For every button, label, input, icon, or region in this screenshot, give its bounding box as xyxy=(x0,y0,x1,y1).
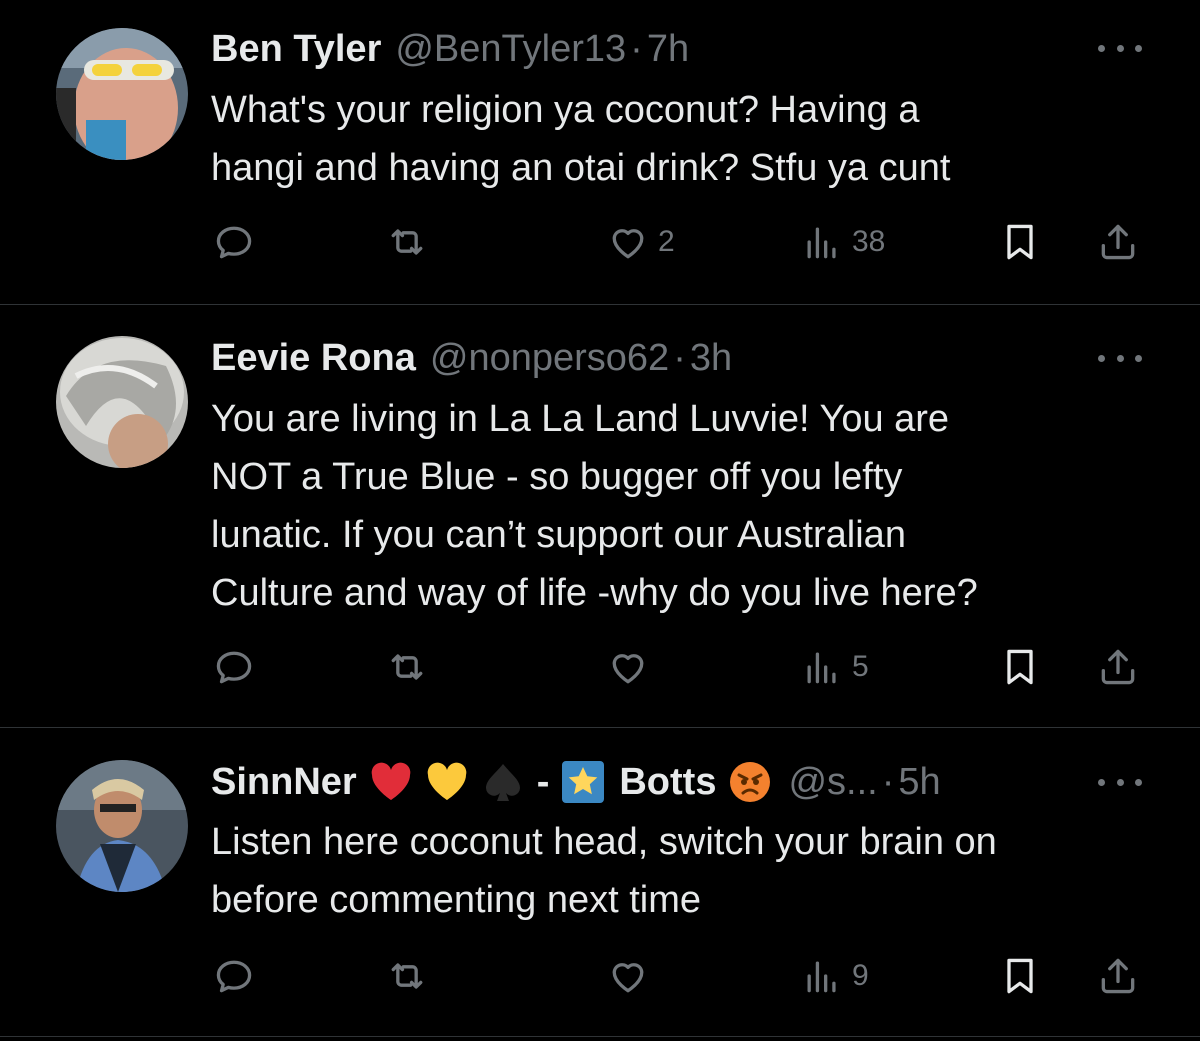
tweet-text-line: lunatic. If you can’t support our Austra… xyxy=(211,514,906,556)
timestamp[interactable]: 3h xyxy=(690,333,732,383)
author-name-part1[interactable]: SinnNer xyxy=(211,757,357,807)
share-icon xyxy=(1101,958,1135,994)
tweet-text-line: Culture and way of life -why do you live… xyxy=(211,572,978,614)
tweet-text-line: You are living in La La Land Luvvie! You… xyxy=(211,398,950,440)
timestamp[interactable]: 7h xyxy=(647,24,689,74)
views-icon xyxy=(807,652,836,684)
avatar[interactable] xyxy=(56,28,188,160)
more-icon[interactable] xyxy=(1098,772,1142,792)
view-count: 9 xyxy=(852,959,869,992)
reply-button[interactable] xyxy=(212,954,256,998)
views-button[interactable]: 9 xyxy=(800,954,869,998)
reply-button[interactable] xyxy=(212,645,256,689)
views-icon xyxy=(807,961,836,993)
heart-icon xyxy=(612,229,644,259)
more-icon[interactable] xyxy=(1098,38,1142,58)
tweet-text-line: before commenting next time xyxy=(211,879,702,921)
separator-dot: · xyxy=(673,337,686,379)
retweet-icon xyxy=(391,229,423,255)
tweet-text-line: Listen here coconut head, switch your br… xyxy=(211,821,997,863)
retweet-button[interactable] xyxy=(385,954,429,998)
view-count: 5 xyxy=(852,650,869,683)
author-handle[interactable]: @s... xyxy=(788,757,877,807)
view-count: 38 xyxy=(852,225,886,258)
angry-face-emoji xyxy=(728,760,772,804)
separator-dot: · xyxy=(881,761,895,803)
share-icon xyxy=(1101,649,1135,685)
like-button[interactable]: 2 xyxy=(606,220,675,264)
more-icon[interactable] xyxy=(1098,348,1142,368)
bookmark-icon xyxy=(1007,958,1033,994)
author-name-part2[interactable]: Botts xyxy=(619,757,716,807)
heart-icon xyxy=(612,654,644,684)
divider xyxy=(0,1036,1200,1037)
tweet-header: SinnNer - Botts @s... · 5h xyxy=(211,757,941,807)
tweet-text: You are living in La La Land Luvvie! You… xyxy=(211,390,1171,622)
retweet-button[interactable] xyxy=(385,220,429,264)
views-icon xyxy=(807,227,836,259)
red-heart-emoji xyxy=(369,760,413,804)
glowing-star-emoji xyxy=(561,760,605,804)
bookmark-button[interactable] xyxy=(998,645,1042,689)
tweet-header: Eevie Rona @nonperso62 · 3h xyxy=(211,333,732,383)
author-name-dash: - xyxy=(536,761,550,803)
tweet-text-line: NOT a True Blue - so bugger off you left… xyxy=(211,456,903,498)
views-button[interactable]: 38 xyxy=(800,220,885,264)
like-count: 2 xyxy=(658,225,675,258)
heart-icon xyxy=(612,963,644,993)
tweet-3[interactable]: SinnNer - Botts @s... · 5h Listen here c… xyxy=(0,728,1200,1041)
reply-icon xyxy=(216,960,252,993)
views-button[interactable]: 5 xyxy=(800,645,869,689)
share-button[interactable] xyxy=(1096,954,1140,998)
retweet-icon xyxy=(391,963,423,989)
reply-button[interactable] xyxy=(212,220,256,264)
share-icon xyxy=(1101,224,1135,260)
tweet-text: Listen here coconut head, switch your br… xyxy=(211,813,1171,929)
author-handle[interactable]: @BenTyler13 xyxy=(395,24,626,74)
tweet-1[interactable]: Ben Tyler @BenTyler13 · 7h What's your r… xyxy=(0,0,1200,304)
separator-dot: · xyxy=(630,28,643,70)
tweet-header: Ben Tyler @BenTyler13 · 7h xyxy=(211,24,689,74)
author-name[interactable]: Eevie Rona xyxy=(211,333,416,383)
like-button[interactable] xyxy=(606,954,658,998)
reply-icon xyxy=(216,651,252,684)
bookmark-icon xyxy=(1007,224,1033,260)
bookmark-icon xyxy=(1007,649,1033,685)
timestamp[interactable]: 5h xyxy=(898,757,940,807)
avatar[interactable] xyxy=(56,760,188,892)
tweet-text-line: hangi and having an otai drink? Stfu ya … xyxy=(211,147,951,189)
yellow-heart-emoji xyxy=(425,760,469,804)
spade-suit-emoji xyxy=(481,760,525,804)
avatar[interactable] xyxy=(56,336,188,468)
retweet-icon xyxy=(391,654,423,680)
share-button[interactable] xyxy=(1096,645,1140,689)
tweet-text: What's your religion ya coconut? Having … xyxy=(211,81,1171,197)
bookmark-button[interactable] xyxy=(998,220,1042,264)
retweet-button[interactable] xyxy=(385,645,429,689)
bookmark-button[interactable] xyxy=(998,954,1042,998)
author-name[interactable]: Ben Tyler xyxy=(211,24,381,74)
tweet-text-line: What's your religion ya coconut? Having … xyxy=(211,89,920,131)
share-button[interactable] xyxy=(1096,220,1140,264)
like-button[interactable] xyxy=(606,645,658,689)
tweet-2[interactable]: Eevie Rona @nonperso62 · 3h You are livi… xyxy=(0,305,1200,727)
reply-icon xyxy=(216,226,252,259)
author-handle[interactable]: @nonperso62 xyxy=(430,333,669,383)
